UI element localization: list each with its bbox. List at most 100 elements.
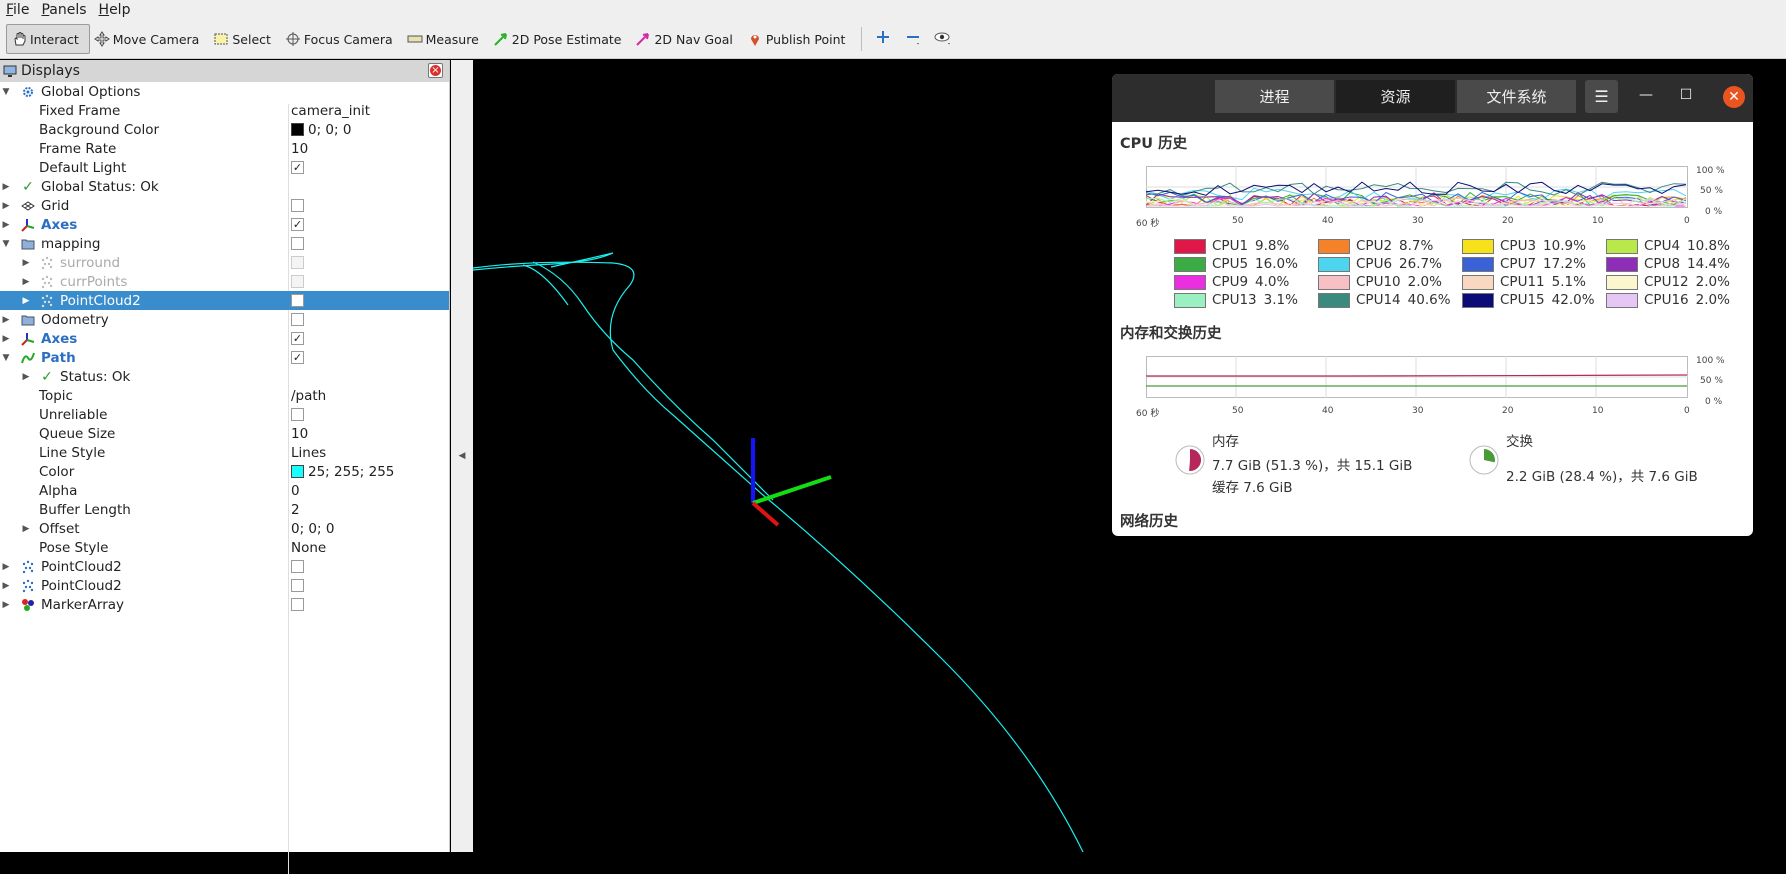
close-button[interactable]: ✕ <box>1723 86 1745 108</box>
tab-filesystems[interactable]: 文件系统 <box>1457 80 1576 113</box>
pointcloud2-b-checkbox[interactable] <box>291 579 304 592</box>
expand-arrow-icon[interactable]: ▶ <box>1 581 11 591</box>
cpu-legend-item[interactable]: CPU15 42.0% <box>1462 292 1595 308</box>
tab-resources[interactable]: 资源 <box>1336 80 1455 113</box>
cpu-legend-item[interactable]: CPU10 2.0% <box>1318 274 1442 290</box>
cpu-legend-item[interactable]: CPU6 26.7% <box>1318 256 1442 272</box>
remove-tool-button[interactable] <box>898 24 928 54</box>
tree-row-fixed-frame[interactable]: Fixed Frame camera_init <box>0 101 449 120</box>
interact-button[interactable]: Interact <box>6 24 90 54</box>
expand-arrow-icon[interactable]: ▶ <box>21 277 31 287</box>
cpu-color-swatch[interactable] <box>1318 238 1350 254</box>
tree-row-buffer-length[interactable]: Buffer Length 2 <box>0 500 449 519</box>
default-light-checkbox[interactable]: ✓ <box>291 161 304 174</box>
publish-point-button[interactable]: Publish Point <box>743 24 856 54</box>
add-tool-button[interactable] <box>868 24 898 54</box>
expand-arrow-icon[interactable]: ▼ <box>1 239 11 249</box>
cpu-color-swatch[interactable] <box>1606 256 1638 272</box>
panel-splitter[interactable]: ◀ <box>451 60 473 852</box>
collapse-arrow-icon[interactable]: ◀ <box>459 451 466 461</box>
mapping-checkbox[interactable] <box>291 237 304 250</box>
cpu-legend-item[interactable]: CPU2 8.7% <box>1318 238 1433 254</box>
pose-estimate-button[interactable]: 2D Pose Estimate <box>489 24 632 54</box>
marker-array-checkbox[interactable] <box>291 598 304 611</box>
cpu-color-swatch[interactable] <box>1174 292 1206 308</box>
measure-button[interactable]: Measure <box>403 24 489 54</box>
cpu-color-swatch[interactable] <box>1462 292 1494 308</box>
menu-help[interactable]: Help <box>93 2 137 18</box>
pose-style-value[interactable]: None <box>291 540 326 556</box>
expand-arrow-icon[interactable]: ▶ <box>1 182 11 192</box>
grid-checkbox[interactable] <box>291 199 304 212</box>
expand-arrow-icon[interactable]: ▶ <box>1 220 11 230</box>
nav-goal-button[interactable]: 2D Nav Goal <box>631 24 742 54</box>
path-checkbox[interactable]: ✓ <box>291 351 304 364</box>
currpoints-checkbox[interactable] <box>291 275 304 288</box>
cpu-color-swatch[interactable] <box>1606 292 1638 308</box>
expand-arrow-icon[interactable]: ▶ <box>1 562 11 572</box>
queue-size-value[interactable]: 10 <box>291 426 308 442</box>
expand-arrow-icon[interactable]: ▶ <box>1 600 11 610</box>
tree-row-line-style[interactable]: Line Style Lines <box>0 443 449 462</box>
tree-row-odometry[interactable]: ▶ Odometry <box>0 310 449 329</box>
expand-arrow-icon[interactable]: ▶ <box>21 296 31 306</box>
cpu-legend-item[interactable]: CPU1 9.8% <box>1174 238 1289 254</box>
maximize-button[interactable]: ☐ <box>1676 87 1696 103</box>
cpu-legend-item[interactable]: CPU8 14.4% <box>1606 256 1730 272</box>
buffer-length-value[interactable]: 2 <box>291 502 300 518</box>
focus-camera-button[interactable]: Focus Camera <box>281 24 403 54</box>
tree-row-grid[interactable]: ▶ Grid <box>0 196 449 215</box>
cpu-color-swatch[interactable] <box>1174 256 1206 272</box>
tree-row-axes-2[interactable]: ▶ Axes ✓ <box>0 329 449 348</box>
expand-arrow-icon[interactable]: ▶ <box>1 315 11 325</box>
select-button[interactable]: Select <box>209 24 281 54</box>
expand-arrow-icon[interactable]: ▶ <box>1 334 11 344</box>
tree-row-topic[interactable]: Topic /path <box>0 386 449 405</box>
cpu-legend-item[interactable]: CPU4 10.8% <box>1606 238 1730 254</box>
expand-arrow-icon[interactable]: ▶ <box>1 201 11 211</box>
topic-value[interactable]: /path <box>291 388 326 404</box>
expand-arrow-icon[interactable]: ▶ <box>21 372 31 382</box>
tree-row-global-status[interactable]: ▶ ✓ Global Status: Ok <box>0 177 449 196</box>
cpu-color-swatch[interactable] <box>1606 274 1638 290</box>
tree-row-pointcloud2-b[interactable]: ▶ PointCloud2 <box>0 576 449 595</box>
cpu-color-swatch[interactable] <box>1462 238 1494 254</box>
odometry-checkbox[interactable] <box>291 313 304 326</box>
cpu-legend-item[interactable]: CPU7 17.2% <box>1462 256 1586 272</box>
axes-checkbox[interactable]: ✓ <box>291 218 304 231</box>
tree-row-axes[interactable]: ▶ Axes ✓ <box>0 215 449 234</box>
tree-row-currpoints[interactable]: ▶ currPoints <box>0 272 449 291</box>
tree-row-offset[interactable]: ▶ Offset 0; 0; 0 <box>0 519 449 538</box>
tree-row-path[interactable]: ▼ Path ✓ <box>0 348 449 367</box>
tree-row-color[interactable]: Color 25; 255; 255 <box>0 462 449 481</box>
cpu-legend-item[interactable]: CPU14 40.6% <box>1318 292 1451 308</box>
tree-row-default-light[interactable]: Default Light ✓ <box>0 158 449 177</box>
displays-close-button[interactable] <box>428 63 443 78</box>
cpu-legend-item[interactable]: CPU11 5.1% <box>1462 274 1586 290</box>
surround-checkbox[interactable] <box>291 256 304 269</box>
tree-row-frame-rate[interactable]: Frame Rate 10 <box>0 139 449 158</box>
cpu-legend-item[interactable]: CPU9 4.0% <box>1174 274 1289 290</box>
cpu-color-swatch[interactable] <box>1174 274 1206 290</box>
cpu-color-swatch[interactable] <box>1318 292 1350 308</box>
cpu-legend-item[interactable]: CPU13 3.1% <box>1174 292 1298 308</box>
frame-rate-value[interactable]: 10 <box>291 141 308 157</box>
expand-arrow-icon[interactable]: ▶ <box>21 524 31 534</box>
cpu-color-swatch[interactable] <box>1462 274 1494 290</box>
pointcloud2-a-checkbox[interactable] <box>291 560 304 573</box>
tree-row-global-options[interactable]: ▼ Global Options <box>0 82 449 101</box>
view-options-button[interactable] <box>928 24 958 54</box>
hamburger-menu-button[interactable]: ☰ <box>1585 80 1618 113</box>
cpu-legend-item[interactable]: CPU12 2.0% <box>1606 274 1730 290</box>
tree-row-pointcloud2-selected[interactable]: ▶ PointCloud2 <box>0 291 449 310</box>
tab-processes[interactable]: 进程 <box>1215 80 1334 113</box>
move-camera-button[interactable]: Move Camera <box>90 24 210 54</box>
tree-row-path-status[interactable]: ▶ ✓ Status: Ok <box>0 367 449 386</box>
tree-row-mapping[interactable]: ▼ mapping <box>0 234 449 253</box>
expand-arrow-icon[interactable]: ▶ <box>21 258 31 268</box>
tree-row-surround[interactable]: ▶ surround <box>0 253 449 272</box>
tree-row-marker-array[interactable]: ▶ MarkerArray <box>0 595 449 614</box>
fixed-frame-value[interactable]: camera_init <box>291 103 370 119</box>
expand-arrow-icon[interactable]: ▼ <box>1 353 11 363</box>
tree-row-background-color[interactable]: Background Color 0; 0; 0 <box>0 120 449 139</box>
